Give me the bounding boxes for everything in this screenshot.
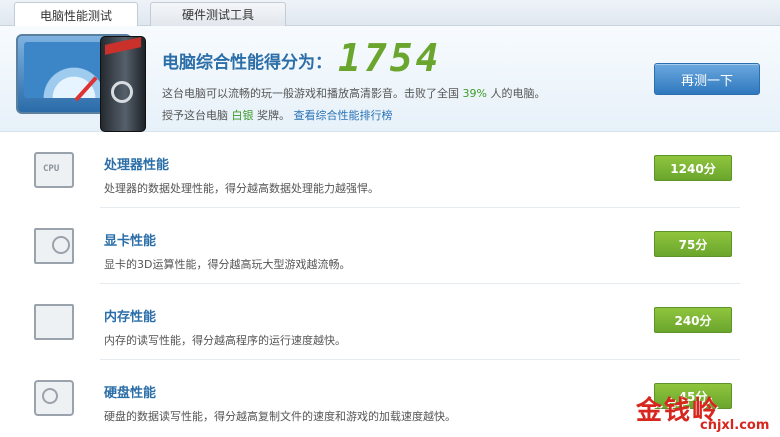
item-title: 内存性能 [104, 310, 157, 325]
item-description: 内存的读写性能，得分越高程序的运行速度越快。 [104, 334, 346, 347]
site-watermark: 金钱岭 cnjxl.com [636, 390, 776, 434]
fan-shape [52, 236, 70, 254]
tab-label: 电脑性能测试 [39, 8, 112, 23]
memory-icon [34, 304, 74, 340]
cpu-icon: CPU [34, 152, 74, 188]
list-item-memory: 内存性能 内存的读写性能，得分越高程序的运行速度越快。 240分 [0, 284, 780, 360]
award-prefix: 授予这台电脑 [162, 109, 228, 122]
cpu-icon-label: CPU [43, 164, 60, 174]
ranking-link[interactable]: 查看综合性能排行榜 [294, 109, 393, 122]
award-suffix: 奖牌。 [257, 109, 290, 122]
tab-pc-performance-test[interactable]: 电脑性能测试 [14, 2, 138, 27]
hard-disk-icon [34, 380, 74, 416]
item-description: 显卡的3D运算性能，得分越高玩大型游戏越流畅。 [104, 258, 351, 271]
pc-tower-lock-icon [100, 36, 146, 132]
description-text: 这台电脑可以流畅的玩一般游戏和播放高清影音。击败了全国 [162, 87, 459, 100]
score-description: 这台电脑可以流畅的玩一般游戏和播放高清影音。击败了全国 39% 人的电脑。 [162, 85, 545, 101]
item-title: 处理器性能 [104, 158, 170, 173]
overall-score-panel: 电脑综合性能得分为： 1754 这台电脑可以流畅的玩一般游戏和播放高清影音。击败… [0, 26, 780, 132]
item-description: 处理器的数据处理性能，得分越高数据处理能力越强悍。 [104, 182, 379, 195]
tab-bar: 电脑性能测试 硬件测试工具 [0, 0, 780, 27]
list-item-cpu: CPU 处理器性能 处理器的数据处理性能，得分越高数据处理能力越强悍。 1240… [0, 132, 780, 208]
retest-label: 再测一下 [680, 73, 733, 89]
platter-shape [42, 388, 58, 404]
retest-button[interactable]: 再测一下 [654, 63, 760, 95]
award-medal: 白银 [231, 109, 254, 122]
item-score-badge: 75分 [654, 231, 732, 257]
item-title: 显卡性能 [104, 234, 157, 249]
watermark-domain: cnjxl.com [700, 418, 770, 433]
tab-hardware-test-tools[interactable]: 硬件测试工具 [150, 2, 286, 26]
item-title: 硬盘性能 [104, 386, 157, 401]
description-tail: 人的电脑。 [490, 87, 546, 100]
tower-stripe [105, 37, 141, 55]
tab-label: 硬件测试工具 [181, 8, 254, 22]
beat-percent: 39% [462, 87, 487, 100]
list-item-gpu: 显卡性能 显卡的3D运算性能，得分越高玩大型游戏越流畅。 75分 [0, 208, 780, 284]
score-title: 电脑综合性能得分为： [162, 53, 332, 73]
overall-score: 1754 [338, 36, 442, 80]
item-description: 硬盘的数据读写性能，得分越高复制文件的速度和游戏的加载速度越快。 [104, 410, 456, 423]
tower-lock [111, 81, 133, 103]
award-line: 授予这台电脑 白银 奖牌。 查看综合性能排行榜 [162, 107, 393, 123]
graphics-card-icon [34, 228, 74, 264]
item-score-badge: 1240分 [654, 155, 732, 181]
item-score-badge: 240分 [654, 307, 732, 333]
